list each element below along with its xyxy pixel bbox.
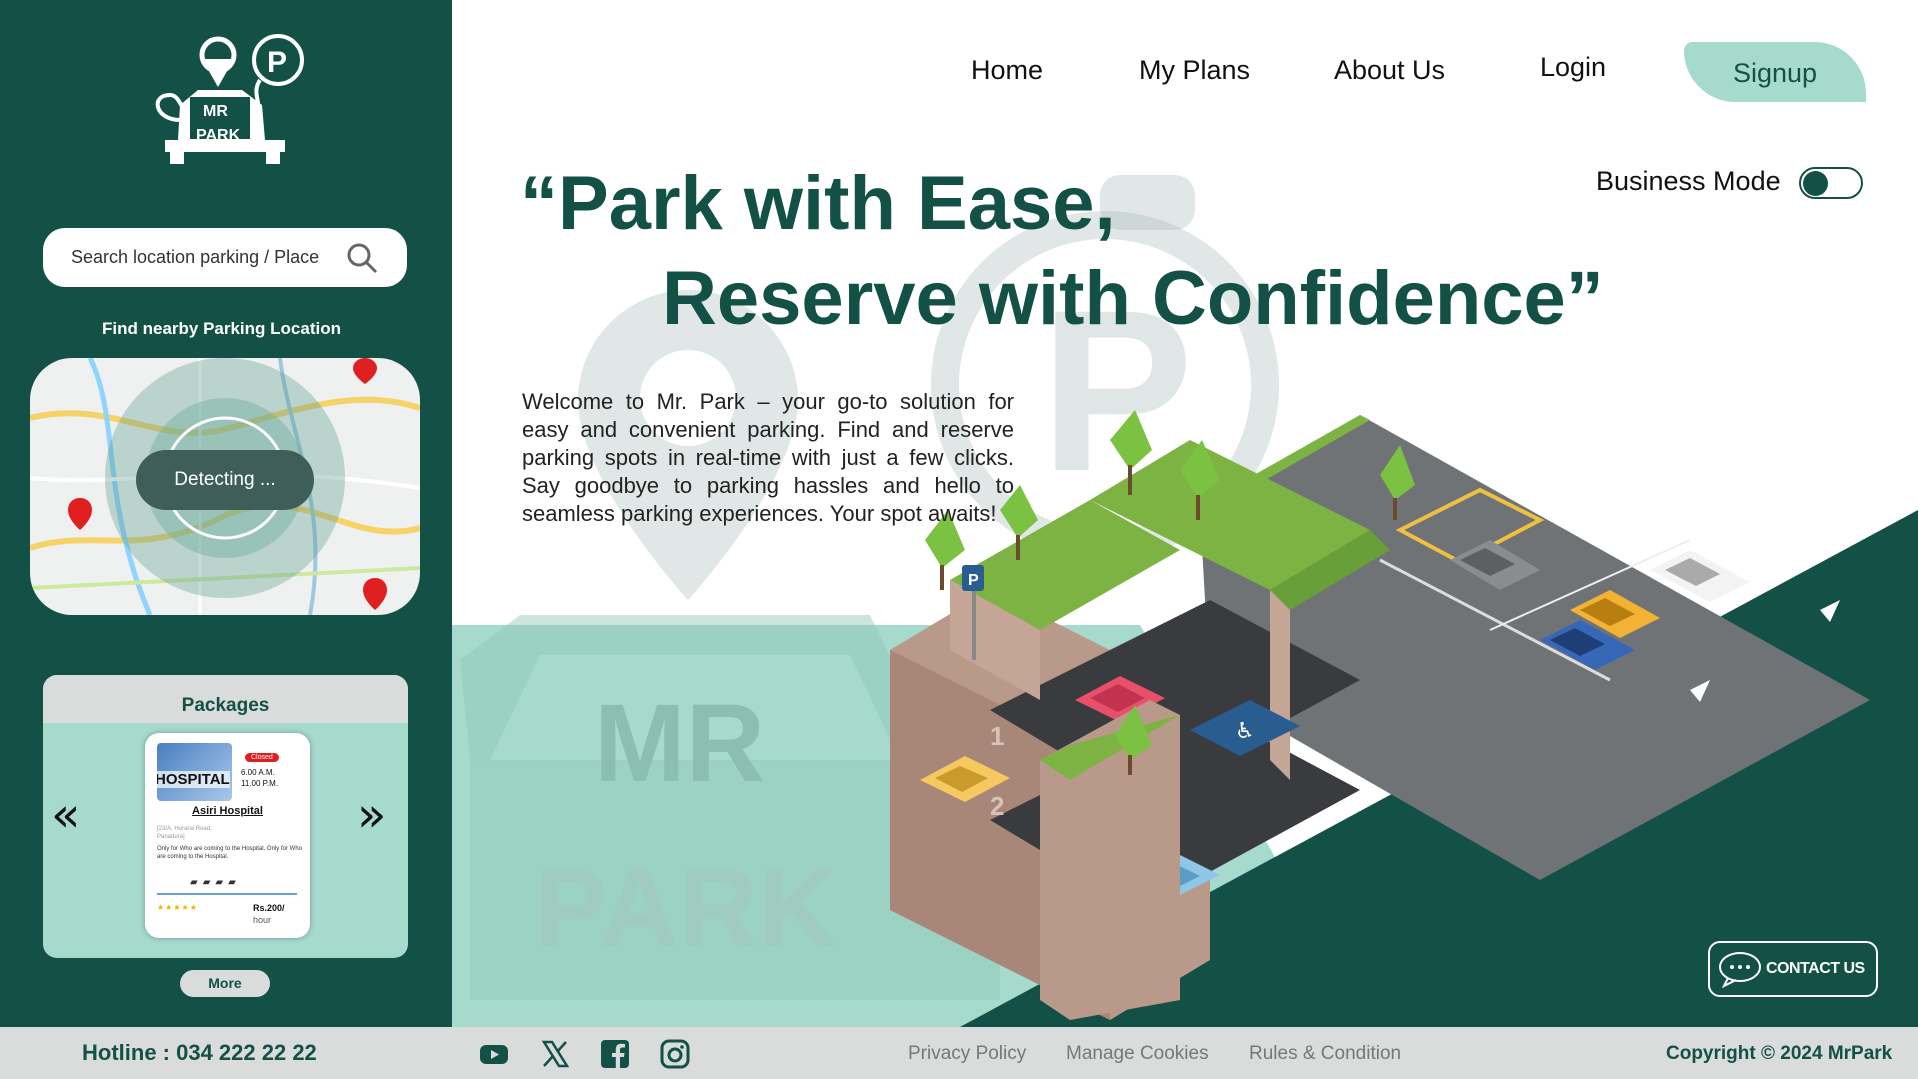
hotline: Hotline : 034 222 22 22 <box>82 1040 317 1065</box>
svg-text:P: P <box>968 572 979 589</box>
close-time: 11.00 P.M. <box>241 779 279 788</box>
card-divider <box>157 893 297 895</box>
open-time: 6.00 A.M. <box>241 768 275 777</box>
privacy-policy-link[interactable]: Privacy Policy <box>908 1043 1026 1065</box>
svg-text:♿: ♿ <box>1235 719 1255 744</box>
youtube-icon[interactable] <box>479 1039 509 1069</box>
search-icon[interactable] <box>345 241 379 275</box>
chat-bubble-icon <box>1719 952 1761 988</box>
intro-paragraph: Welcome to Mr. Park – your go-to solutio… <box>522 389 1014 526</box>
search-placeholder: Search location parking / Place <box>71 247 320 267</box>
svg-text:1: 1 <box>990 721 1004 751</box>
nav-login[interactable]: Login <box>1540 52 1606 83</box>
hero-heading-line1: “Park with Ease, <box>520 161 1116 246</box>
toggle-knob <box>1803 171 1828 196</box>
nav-about-us[interactable]: About Us <box>1334 55 1445 86</box>
logo-text-mr: MR <box>203 103 228 120</box>
footer: Hotline : 034 222 22 22 Privacy Policy M… <box>0 1027 1918 1079</box>
nav-my-plans[interactable]: My Plans <box>1139 55 1250 86</box>
copyright: Copyright © 2024 MrPark <box>1666 1043 1893 1064</box>
contact-us-button[interactable]: CONTACT US <box>1708 941 1878 997</box>
vehicle-type-icons: ▰▰▰▰ <box>190 877 241 888</box>
manage-cookies-link[interactable]: Manage Cookies <box>1066 1043 1209 1065</box>
facebook-icon[interactable] <box>600 1039 630 1069</box>
find-nearby-label: Find nearby Parking Location <box>102 319 341 338</box>
instagram-icon[interactable] <box>660 1039 690 1069</box>
hospital-image: HOSPITAL <box>157 743 232 801</box>
parking-garage-illustration: ♿ P 1 2 <box>890 410 1870 1020</box>
search-input[interactable]: Search location parking / Place <box>43 228 407 287</box>
logo-text-park: PARK <box>196 127 241 144</box>
package-card[interactable]: HOSPITAL Closed 6.00 A.M. 11.00 P.M. Asi… <box>145 733 310 938</box>
packages-next-button[interactable]: » <box>357 791 386 839</box>
nav-home[interactable]: Home <box>971 55 1043 86</box>
mr-park-logo: P <box>155 34 304 164</box>
svg-text:P: P <box>267 46 287 79</box>
business-mode-toggle[interactable] <box>1799 167 1863 199</box>
sidebar: P MR PARK Search location parking / Plac… <box>0 0 452 1027</box>
rules-condition-link[interactable]: Rules & Condition <box>1249 1043 1401 1065</box>
package-address: [23/A, Horana Road, Panadura] <box>157 826 212 840</box>
nearby-map[interactable]: Detecting ... <box>30 358 420 615</box>
watermark-park: PARK <box>534 847 838 970</box>
packages-title: Packages <box>43 675 408 723</box>
packages-prev-button[interactable]: « <box>51 791 80 839</box>
package-name: Asiri Hospital <box>192 805 263 817</box>
package-price: Rs.200/ <box>253 903 285 913</box>
detecting-location-button[interactable]: Detecting ... <box>136 450 314 510</box>
hero-heading-line2: Reserve with Confidence” <box>662 256 1604 341</box>
signup-button[interactable]: Signup <box>1684 42 1866 102</box>
package-note: Only for Who are coming to the Hospital.… <box>157 846 302 860</box>
contact-us-label: CONTACT US <box>1766 960 1865 977</box>
svg-text:2: 2 <box>990 791 1004 821</box>
more-packages-button[interactable]: More <box>180 970 270 997</box>
rating-stars: ★★★★★ <box>157 903 198 912</box>
packages-panel: Packages « » HOSPITAL Closed 6.00 A.M. 1… <box>43 675 408 958</box>
package-price-unit: hour <box>253 915 272 925</box>
x-twitter-icon[interactable] <box>540 1039 570 1069</box>
status-badge: Closed <box>245 753 279 762</box>
watermark-mr: MR <box>594 682 766 805</box>
hospital-image-text: HOSPITAL <box>157 771 230 788</box>
business-mode-label: Business Mode <box>1596 166 1781 196</box>
